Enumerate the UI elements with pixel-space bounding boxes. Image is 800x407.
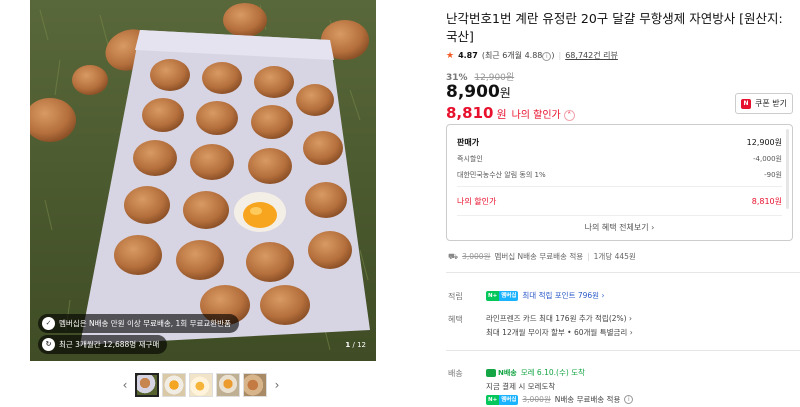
truck-icon [486,368,496,377]
n-delivery-label: N배송 [498,368,517,377]
divider [446,350,800,351]
free-delivery-text: N배송 무료배송 적용 [554,395,621,404]
divider [457,215,782,216]
divider [457,186,782,187]
chevron-up-icon[interactable]: ˄ [563,110,575,121]
sale-price-unit: 원 [499,86,511,100]
fee-discount-label: 대한민국농수산 알림 동의 1% [457,171,546,179]
instant-discount-value: -4,000원 [752,155,782,163]
photo-counter-total: / 12 [352,341,367,349]
delivery-free-row: N+ 멤버십 3,000원 N배송 무료배송 적용 i [486,394,634,405]
npay-badge-m: 멤버십 [499,394,519,405]
my-discount-label: 나의 할인가 [457,197,497,206]
unit-price: 1개당 445원 [593,252,636,261]
my-discount-price-row: 나의 할인가 8,810원 [457,196,782,207]
sale-price-row: 판매가 12,900원 [457,137,782,148]
delivery-date: 모레 6.10.(수) 도착 [520,368,585,377]
old-shipping-fee: 3,000원 [462,252,491,261]
photo-counter-current: 1 [345,341,351,349]
n-delivery-chip: N배송 [486,368,517,378]
npay-membership-badge: N+ 멤버십 [486,394,519,405]
membership-icon: ✓ [42,317,55,330]
sale-price-value: 12,900원 [746,138,782,147]
thumbnail-5[interactable] [243,373,267,397]
divider: | [558,51,562,60]
view-all-benefits-link[interactable]: 나의 혜택 전체보기 › [447,222,792,233]
price-breakdown-box: 판매가 12,900원 즉시할인 -4,000원 대한민국농수산 알림 동의 1… [446,124,793,241]
instant-discount-row: 즉시할인 -4,000원 [457,154,782,164]
benefit-installment[interactable]: 최대 12개월 무이자 할부 • 60개월 특별금리 › [486,327,633,338]
my-price-unit: 원 [496,108,507,121]
rating-recent-close: ) [551,51,555,60]
points-value[interactable]: N+ 멤버십 최대 적립 포인트 796원 › [486,290,604,301]
coupon-icon: N [741,98,751,109]
repurchase-icon: ↻ [42,338,55,351]
fee-discount-row: 대한민국농수산 알림 동의 1% -90원 [457,170,782,180]
sale-price: 8,900원 [446,82,511,102]
coupon-button[interactable]: N 쿠폰 받기 [735,93,793,114]
thumb-prev-arrow[interactable]: ‹ [118,372,132,398]
npay-badge-m: 멤버십 [499,290,519,301]
truck-icon: ⛟ [448,251,459,261]
benefit-card[interactable]: 라인프렌즈 카드 최대 176원 추가 적립(2%) › [486,313,632,324]
membership-promo-text: 멤버십은 N배송 만원 이상 무료배송, 1회 무료교환반품 [59,319,231,328]
membership-promo-pill: ✓ 멤버십은 N배송 만원 이상 무료배송, 1회 무료교환반품 [38,314,239,333]
thumbnail-strip: ‹ › [118,372,284,398]
main-product-photo[interactable]: ✓ 멤버십은 N배송 만원 이상 무료배송, 1회 무료교환반품 ↻ 최근 3개… [30,0,376,361]
coupon-button-label: 쿠폰 받기 [755,99,787,108]
review-count-link[interactable]: 68,742건 리뷰 [565,50,618,61]
npay-membership-badge: N+ 멤버십 [486,290,519,301]
my-price-amount: 8,810 [446,104,494,122]
product-title: 난각번호1번 계란 유정란 20구 달걀 무항생제 자연방사 [원산지: 국산] [446,11,783,44]
points-label: 적립 [448,292,463,301]
info-icon[interactable]: i [624,395,634,404]
delivery-date-row: N배송 모레 6.10.(수) 도착 [486,367,585,378]
sale-price-amount: 8,900 [446,82,500,102]
rating-row: ★ 4.87 (최근 6개월 4.88 i) | 68,742건 리뷰 [446,50,618,61]
star-icon: ★ [446,50,455,61]
npay-badge-n: N+ [486,290,500,301]
photo-counter: 1 / 12 [345,341,366,349]
sale-price-label: 판매가 [457,138,480,147]
rating-recent: (최근 6개월 4.88 i) [482,50,555,61]
divider: | [587,252,590,261]
my-price-label: 나의 할인가 [511,110,561,121]
npay-badge-n: N+ [486,394,500,405]
rating-recent-text: (최근 6개월 4.88 [481,51,543,60]
fee-discount-value: -90원 [764,171,782,179]
scrollbar[interactable] [786,129,789,209]
shipping-summary-text: 멤버십 N배송 무료배송 적용 [494,252,584,261]
repurchase-promo-text: 최근 3개월간 12,688명 재구매 [59,340,160,349]
shipping-summary: ⛟ 3,000원 멤버십 N배송 무료배송 적용 | 1개당 445원 [448,251,636,262]
repurchase-promo-pill: ↻ 최근 3개월간 12,688명 재구매 [38,335,168,354]
points-text: 최대 적립 포인트 796원 › [522,291,605,300]
thumbnail-3[interactable] [189,373,213,397]
my-price-row[interactable]: 8,810 원 나의 할인가 ˄ [446,104,575,122]
instant-discount-label: 즉시할인 [457,155,483,163]
thumb-next-arrow[interactable]: › [270,372,284,398]
thumbnail-2[interactable] [162,373,186,397]
thumbnail-4[interactable] [216,373,240,397]
my-discount-value: 8,810원 [751,197,782,206]
egg-tray-photo [30,0,376,361]
delivery-note: 지금 결제 시 모레도착 [486,382,556,391]
rating-score: 4.87 [458,51,478,60]
delivery-label: 배송 [448,369,463,378]
benefits-label: 혜택 [448,315,463,324]
thumbnail-1[interactable] [135,373,159,397]
divider [446,272,800,273]
old-delivery-fee: 3,000원 [522,395,551,404]
